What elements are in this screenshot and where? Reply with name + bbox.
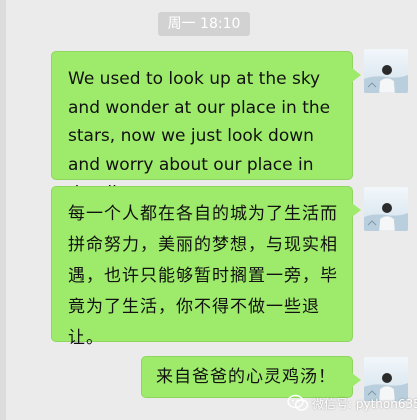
wechat-logo-icon — [287, 394, 309, 411]
message-timestamp: 周一 18:10 — [158, 12, 250, 36]
user-avatar-icon[interactable] — [364, 187, 408, 231]
wechat-watermark: 微信号: python6359 — [287, 392, 417, 414]
window-left-edge — [0, 0, 6, 420]
user-avatar-icon[interactable] — [364, 49, 408, 93]
chat-bubble-2[interactable]: 每一个人都在各自的城为了生活而拼命努力，美丽的梦想，与现实相遇，也许只能够暂时搁… — [51, 186, 361, 348]
watermark-label: 微信号: python6359 — [312, 396, 417, 411]
chat-bubble-1[interactable]: We used to look up at the sky and wonder… — [51, 51, 361, 203]
